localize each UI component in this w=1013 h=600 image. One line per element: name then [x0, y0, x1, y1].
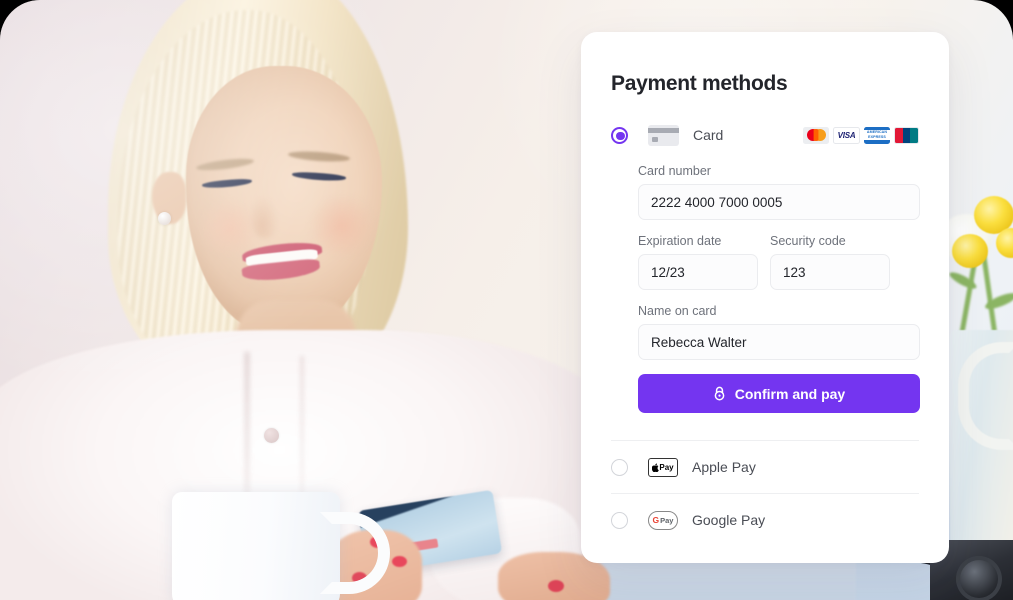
unionpay-icon	[894, 126, 919, 144]
method-label-card: Card	[693, 127, 724, 143]
photo-fingernail	[392, 556, 407, 567]
field-expiration-date: Expiration date 12/23	[638, 234, 758, 290]
photo-blouse-button	[264, 428, 279, 443]
radio-google-pay[interactable]	[611, 511, 628, 529]
google-pay-text: Pay	[660, 515, 674, 525]
amex-line-2: EXPRESS	[864, 135, 890, 140]
photo-pearl-earring	[158, 212, 171, 225]
confirm-and-pay-button[interactable]: Confirm and pay	[638, 374, 920, 413]
radio-apple-pay[interactable]	[611, 458, 628, 476]
accepted-card-brands: VISA AMERICAN EXPRESS	[803, 126, 919, 144]
payment-methods-panel: Payment methods Card VISA AMERICAN EXPRE…	[581, 32, 949, 563]
google-g-mark: G	[652, 515, 660, 525]
confirm-and-pay-label: Confirm and pay	[734, 385, 846, 402]
method-label-google-pay: Google Pay	[692, 512, 766, 528]
amex-icon: AMERICAN EXPRESS	[864, 126, 890, 144]
apple-logo-mark	[652, 463, 660, 473]
card-number-input[interactable]: 2222 4000 7000 0005	[638, 184, 920, 220]
screenshot-scene: Payment methods Card VISA AMERICAN EXPRE…	[0, 0, 1013, 600]
method-label-apple-pay: Apple Pay	[692, 459, 756, 475]
label-expiration-date: Expiration date	[638, 234, 722, 248]
card-form: Card number 2222 4000 7000 0005 Expirati…	[611, 159, 920, 413]
photo-camera-lens	[956, 556, 1002, 600]
field-security-code: Security code 123	[770, 234, 890, 290]
method-row-apple-pay[interactable]: Pay Apple Pay	[611, 441, 919, 493]
google-pay-icon: G Pay	[648, 510, 678, 530]
photo-white-mug	[172, 492, 340, 600]
credit-card-icon	[648, 124, 679, 146]
photo-yellow-flower	[952, 234, 988, 268]
label-security-code: Security code	[770, 234, 846, 248]
field-name-on-card: Name on card Rebecca Walter	[638, 304, 920, 360]
apple-pay-text: Pay	[659, 462, 674, 472]
visa-icon: VISA	[833, 126, 860, 144]
photo-yellow-flower	[996, 228, 1013, 258]
mastercard-icon	[803, 126, 829, 144]
photo-fingernail	[548, 580, 564, 592]
apple-pay-icon: Pay	[648, 457, 678, 477]
expiry-and-cvc-row: Expiration date 12/23 Security code 123	[638, 234, 919, 304]
method-row-card[interactable]: Card VISA AMERICAN EXPRESS	[611, 111, 919, 159]
expiration-date-input[interactable]: 12/23	[638, 254, 758, 290]
label-name-on-card: Name on card	[638, 304, 717, 318]
page-title: Payment methods	[611, 72, 788, 95]
name-on-card-input[interactable]: Rebecca Walter	[638, 324, 920, 360]
method-row-google-pay[interactable]: G Pay Google Pay	[611, 494, 919, 546]
radio-card[interactable]	[611, 126, 628, 144]
security-code-input[interactable]: 123	[770, 254, 890, 290]
label-card-number: Card number	[638, 164, 711, 178]
padlock-icon	[713, 386, 726, 401]
field-card-number: Card number 2222 4000 7000 0005	[638, 164, 920, 220]
photo-nose	[252, 196, 278, 238]
